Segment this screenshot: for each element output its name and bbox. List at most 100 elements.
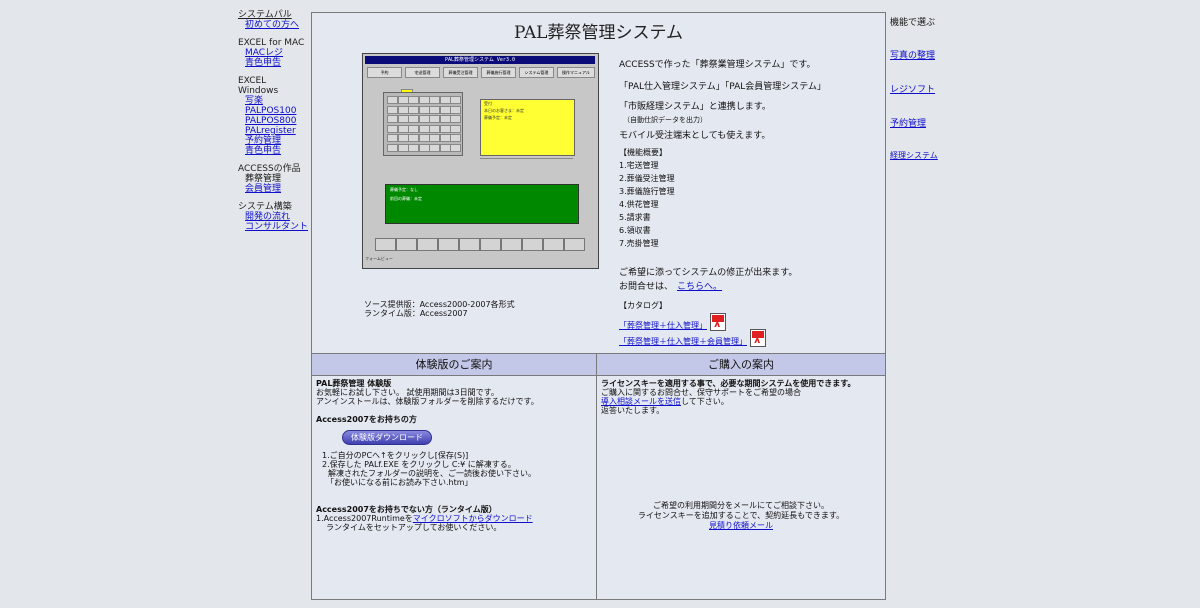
screenshot-tab: 葬儀施行管理 bbox=[481, 67, 516, 78]
runtime-download-link[interactable]: マイクロソフトからダウンロード bbox=[413, 514, 533, 523]
nav-link-palpos800[interactable]: PALPOS800 bbox=[238, 116, 308, 126]
screenshot-calendar-cell bbox=[450, 115, 461, 123]
trial-intro-line: アンインストールは、体験版フォルダーを削除するだけです。 bbox=[316, 397, 539, 406]
pdf-icon[interactable] bbox=[750, 329, 766, 347]
app-screenshot-image: PAL葬祭管理システム Ver3.0 予約 宅送管理 葬儀受注管理 葬儀施行管理… bbox=[362, 53, 599, 269]
screenshot-calendar-cell bbox=[450, 124, 461, 133]
screenshot-message-line: 前回の葬儀：未定 bbox=[390, 196, 422, 201]
product-description: ACCESSで作った「葬祭業管理システム」です。 「PAL仕入管理システム」「P… bbox=[619, 57, 879, 141]
trial-download-button[interactable]: 体験版ダウンロード bbox=[342, 430, 432, 445]
nav-link-consultant[interactable]: コンサルタント bbox=[238, 222, 308, 232]
nav-link-dev-flow[interactable]: 開発の流れ bbox=[238, 212, 308, 222]
screenshot-note-area: 受付 本日のお客さま：未定 葬儀予定：未定 bbox=[480, 99, 575, 156]
buy-line: 返答いたします。 bbox=[601, 406, 665, 415]
page-title: PAL葬祭管理システム bbox=[514, 23, 683, 43]
screenshot-calendar-cell bbox=[418, 134, 430, 142]
nav-link-win-blue-return[interactable]: 青色申告 bbox=[238, 146, 308, 156]
nav-link-member-mgmt[interactable]: 会員管理 bbox=[238, 184, 308, 194]
right-nav-link-accounting[interactable]: 経理システム bbox=[890, 150, 970, 161]
screenshot-calendar-cell bbox=[439, 124, 451, 133]
right-nav-link-photo[interactable]: 写真の整理 bbox=[890, 48, 970, 61]
screenshot-calendar-cell bbox=[387, 115, 398, 123]
screenshot-tab: システム管理 bbox=[519, 67, 554, 78]
nav-link-sharaku[interactable]: 写楽 bbox=[238, 96, 308, 106]
desc-line: 「市販経理システム」と連携します。 bbox=[619, 102, 771, 112]
runtime-prefix: 1.Access2007Runtimeを bbox=[316, 514, 413, 523]
screenshot-calendar-cell bbox=[408, 96, 419, 104]
right-nav-link-register[interactable]: レジソフト bbox=[890, 82, 970, 95]
feature-item: 4.供花管理 bbox=[619, 200, 659, 209]
screenshot-calendar-cell bbox=[429, 96, 440, 104]
left-nav: システムパル 初めての方へ EXCEL for MAC MACレジ 青色申告 E… bbox=[238, 10, 308, 240]
screenshot-tabs: 予約 宅送管理 葬儀受注管理 葬儀施行管理 システム管理 操作マニュアル bbox=[365, 67, 595, 78]
nav-group-header: システム構築 bbox=[238, 202, 292, 212]
screenshot-calendar-cell bbox=[387, 105, 398, 114]
screenshot-calendar-cell bbox=[397, 124, 409, 133]
screenshot-calendar-cell bbox=[429, 115, 440, 123]
nav-link-palpos100[interactable]: PALPOS100 bbox=[238, 106, 308, 116]
screenshot-calendar-cell bbox=[387, 143, 398, 152]
feature-item: 5.請求書 bbox=[619, 213, 651, 222]
screenshot-calendar-cell bbox=[439, 105, 451, 114]
screenshot-titlebar: PAL葬祭管理システム Ver3.0 bbox=[365, 56, 595, 64]
contact-prefix: お問合せは、 bbox=[619, 282, 674, 292]
source-info-line: ソース提供版：Access2000-2007各形式 bbox=[364, 300, 515, 309]
screenshot-tab: 予約 bbox=[367, 67, 402, 78]
nav-link-reservation[interactable]: 予約管理 bbox=[238, 136, 308, 146]
runtime-line: 1.Access2007Runtimeをマイクロソフトからダウンロード bbox=[316, 514, 592, 523]
screenshot-status: フォームビュー bbox=[365, 256, 393, 261]
buy-foot-line: ご希望の利用期間分をメールにてご相談下さい。 bbox=[653, 501, 829, 510]
screenshot-button bbox=[417, 238, 438, 251]
trial-step: 「お使いになる前にお読み下さい.htm」 bbox=[326, 478, 473, 487]
screenshot-calendar-cell bbox=[387, 96, 398, 104]
screenshot-button bbox=[375, 238, 396, 251]
screenshot-button bbox=[501, 238, 522, 251]
nav-link-first-time[interactable]: 初めての方へ bbox=[238, 20, 308, 30]
buy-section: ライセンスキーを適用する事で、必要な期間システムを使用できます。 ご購入に関する… bbox=[601, 379, 881, 415]
catalog-link-funeral-purchase-member[interactable]: 「葬祭管理＋仕入管理＋会員管理」 bbox=[619, 337, 747, 346]
screenshot-calendar-cell bbox=[418, 105, 430, 114]
trial-intro-line: お気軽にお試し下さい。 試使用期間は3日間です。 bbox=[316, 388, 499, 397]
screenshot-calendar-cell bbox=[418, 143, 430, 152]
contact-line: お問合せは、 こちらへ。 bbox=[619, 280, 797, 294]
feature-item: 3.葬儀施行管理 bbox=[619, 187, 675, 196]
screenshot-calendar-cell bbox=[429, 143, 440, 152]
screenshot-calendar-cell bbox=[429, 105, 440, 114]
desc-note: （自動仕訳データを出力） bbox=[623, 116, 707, 124]
screenshot-calendar-cell bbox=[408, 115, 419, 123]
buy-line: ご購入に関するお問合せ、保守サポートをご希望の場合 bbox=[601, 388, 801, 397]
nav-link-system-pal[interactable]: システムパル bbox=[238, 10, 308, 20]
no-access-title: Access2007をお持ちでない方（ランタイム版） bbox=[316, 505, 497, 514]
screenshot-calendar-cell bbox=[408, 124, 419, 133]
nav-link-palregister[interactable]: PALregister bbox=[238, 126, 308, 136]
runtime-line2: ランタイムをセットアップしてお使いください。 bbox=[326, 523, 502, 532]
screenshot-button bbox=[396, 238, 417, 251]
screenshot-button bbox=[480, 238, 501, 251]
nav-link-mac-blue-return[interactable]: 青色申告 bbox=[238, 58, 308, 68]
nav-group-header: EXCEL for MAC bbox=[238, 38, 305, 48]
nav-group-excel-windows: EXCEL Windows 写楽 PALPOS100 PALPOS800 PAL… bbox=[238, 76, 308, 156]
feature-item: 1.宅送管理 bbox=[619, 161, 659, 170]
screenshot-calendar-cell bbox=[429, 134, 440, 142]
screenshot-button bbox=[438, 238, 459, 251]
screenshot-calendar-cell bbox=[450, 105, 461, 114]
screenshot-calendar-cell bbox=[408, 134, 419, 142]
feature-item: 7.売掛管理 bbox=[619, 239, 659, 248]
features-title: 【機能概要】 bbox=[619, 148, 667, 157]
contact-link[interactable]: こちらへ。 bbox=[677, 282, 722, 292]
right-nav-header: 機能で選ぶ bbox=[890, 18, 936, 28]
screenshot-calendar-cell bbox=[397, 143, 409, 152]
quote-request-link[interactable]: 見積り依頼メール bbox=[709, 521, 773, 530]
nav-group-header: EXCEL Windows bbox=[238, 76, 279, 96]
feature-item: 6.領収書 bbox=[619, 226, 651, 235]
source-info-line: ランタイム版：Access2007 bbox=[364, 309, 468, 318]
right-nav-link-reservation[interactable]: 予約管理 bbox=[890, 116, 970, 129]
nav-group-access: ACCESSの作品 葬祭管理 会員管理 bbox=[238, 164, 308, 194]
screenshot-calendar-cell bbox=[397, 134, 409, 142]
buy-section-header: ご購入の案内 bbox=[597, 353, 885, 376]
consult-mail-link[interactable]: 導入相談メールを送信 bbox=[601, 397, 681, 406]
nav-link-mac-register[interactable]: MACレジ bbox=[238, 48, 308, 58]
screenshot-note-title: 受付 bbox=[484, 101, 492, 106]
catalog-row: 「葬祭管理＋仕入管理＋会員管理」 bbox=[619, 329, 766, 347]
trial-section: PAL葬祭管理 体験版 お気軽にお試し下さい。 試使用期間は3日間です。 アンイ… bbox=[316, 379, 592, 532]
